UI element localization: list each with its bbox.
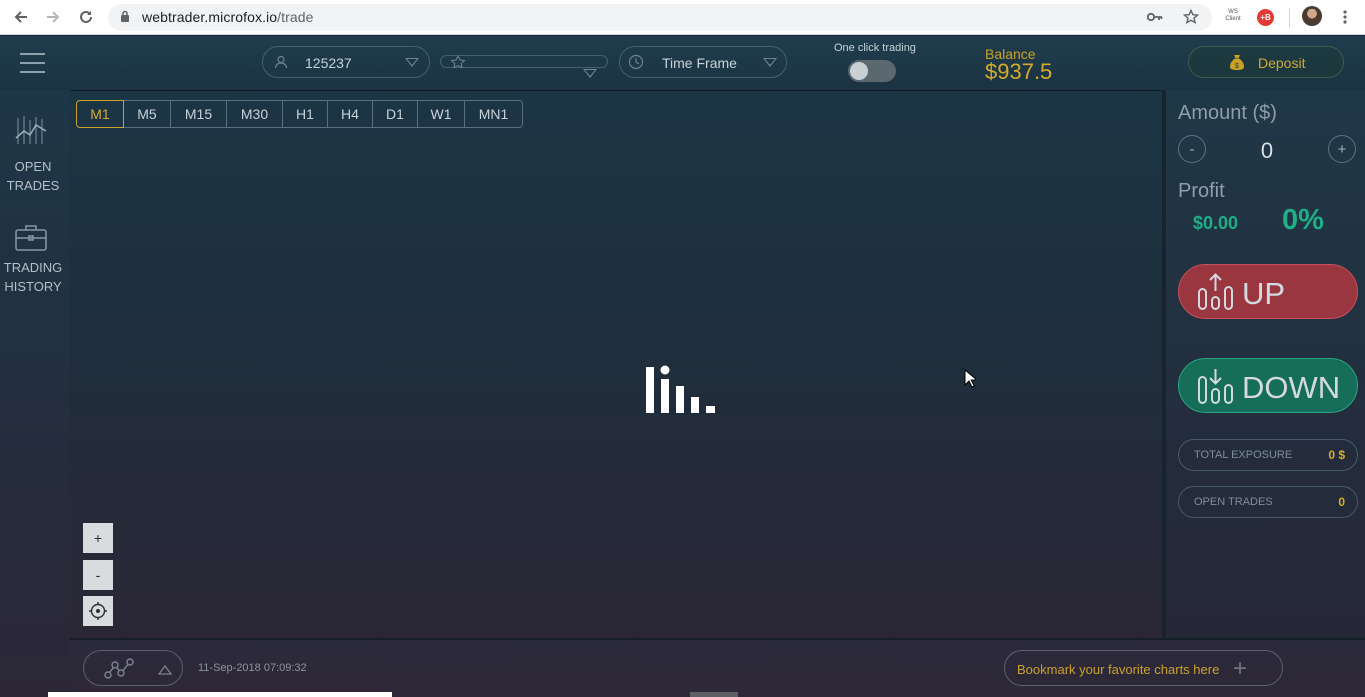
toolbar-divider	[1289, 8, 1290, 27]
kebab-menu-icon[interactable]	[1336, 8, 1354, 26]
recenter-button[interactable]	[83, 596, 113, 626]
down-label: DOWN	[1242, 370, 1341, 405]
favorite-symbol-select[interactable]	[440, 55, 608, 68]
timeframe-mn1[interactable]: MN1	[464, 100, 523, 128]
indicator-nodes-icon	[104, 658, 134, 679]
briefcase-icon	[15, 225, 47, 251]
timeframe-m5[interactable]: M5	[123, 100, 171, 128]
account-select[interactable]: 125237	[262, 46, 430, 78]
hamburger-menu-icon[interactable]	[20, 53, 45, 73]
key-icon[interactable]	[1146, 8, 1164, 26]
indicators-button[interactable]	[83, 650, 183, 686]
add-bookmark-icon[interactable]: +	[1233, 655, 1247, 683]
taskbar-strip	[48, 692, 392, 697]
chevron-down-icon	[763, 58, 777, 67]
chevron-down-icon	[583, 69, 597, 78]
back-icon[interactable]	[8, 5, 34, 29]
bars-up-icon	[1198, 273, 1233, 310]
timeframe-w1[interactable]: W1	[417, 100, 465, 128]
total-exposure-box: TOTAL EXPOSURE 0 $	[1178, 439, 1358, 471]
chevron-up-icon	[158, 665, 172, 675]
time-frame-label: Time Frame	[662, 55, 737, 71]
profit-amount: $0.00	[1193, 213, 1239, 233]
app-header: 125237 Time Frame One click trading Bala…	[0, 36, 1365, 90]
total-exposure-value: 0 $	[1328, 448, 1345, 462]
bookmark-label: Bookmark your favorite charts here	[1017, 662, 1220, 677]
trade-panel: Amount ($) - 0 + Profit $0.00 0% UP DOWN	[1162, 90, 1365, 638]
timeframe-m30[interactable]: M30	[226, 100, 283, 128]
one-click-trading-label: One click trading	[834, 42, 916, 54]
clock-icon	[628, 54, 644, 70]
loading-bars-icon	[646, 365, 715, 413]
forward-icon[interactable]	[40, 5, 66, 29]
plus-b-extension-icon[interactable]: +B	[1257, 9, 1274, 26]
star-icon[interactable]	[1182, 8, 1200, 26]
profile-avatar[interactable]	[1302, 6, 1322, 26]
timeframe-h1[interactable]: H1	[282, 100, 328, 128]
left-sidebar: OPEN TRADES TRADING HISTORY	[0, 90, 70, 697]
open-trades-box[interactable]: OPEN TRADES 0	[1178, 486, 1358, 518]
deposit-label: Deposit	[1258, 55, 1306, 71]
open-trades-nav[interactable]: OPEN TRADES	[0, 90, 66, 200]
chart-lines-icon	[15, 116, 47, 144]
amount-label: Amount ($)	[1178, 102, 1277, 124]
zoom-in-button[interactable]: +	[83, 523, 113, 553]
deposit-button[interactable]: $ Deposit	[1188, 46, 1344, 78]
timeframe-m1[interactable]: M1	[76, 100, 124, 128]
one-click-trading-toggle[interactable]	[848, 60, 896, 82]
balance-value: $937.5	[985, 59, 1053, 84]
chart-area[interactable]: M1 M5 M15 M30 H1 H4 D1 W1 MN1 + -	[70, 90, 1162, 638]
ws-client-extension-icon[interactable]: WS Client	[1224, 9, 1242, 23]
svg-text:$: $	[1235, 63, 1239, 70]
mouse-cursor-icon	[964, 369, 976, 388]
toggle-knob	[850, 62, 868, 80]
open-trades-count-value: 0	[1338, 495, 1345, 509]
up-button[interactable]: UP	[1178, 264, 1358, 319]
user-icon	[274, 55, 288, 69]
taskbar-strip-handle	[690, 692, 738, 697]
lock-icon	[121, 10, 129, 22]
timeframe-m15[interactable]: M15	[170, 100, 227, 128]
amount-decrease-button[interactable]: -	[1178, 135, 1206, 163]
zoom-out-button[interactable]: -	[83, 560, 113, 590]
browser-toolbar: webtrader.microfox.io/trade WS Client +B	[0, 0, 1365, 35]
up-label: UP	[1242, 276, 1286, 311]
bottom-bar: 11-Sep-2018 07:09:32 Bookmark your favor…	[70, 638, 1365, 697]
reload-icon[interactable]	[73, 5, 99, 29]
amount-increase-button[interactable]: +	[1328, 135, 1356, 163]
down-button[interactable]: DOWN	[1178, 358, 1358, 413]
timeframe-d1[interactable]: D1	[372, 100, 418, 128]
star-outline-icon	[450, 55, 466, 68]
bookmark-charts-bar[interactable]: Bookmark your favorite charts here +	[1004, 650, 1283, 686]
timeframe-h4[interactable]: H4	[327, 100, 373, 128]
timeframe-selector: M1 M5 M15 M30 H1 H4 D1 W1 MN1	[76, 100, 523, 128]
bars-down-icon	[1198, 369, 1233, 404]
url-text: webtrader.microfox.io/trade	[142, 9, 314, 25]
profit-label: Profit	[1178, 180, 1225, 202]
trading-app: 125237 Time Frame One click trading Bala…	[0, 36, 1365, 697]
amount-value[interactable]: 0	[1246, 138, 1288, 164]
trading-history-label: TRADING HISTORY	[3, 260, 63, 294]
profit-percent: 0%	[1282, 204, 1324, 236]
time-frame-select[interactable]: Time Frame	[619, 46, 787, 78]
crosshair-icon	[89, 602, 107, 620]
server-timestamp: 11-Sep-2018 07:09:32	[198, 662, 307, 674]
account-id: 125237	[305, 55, 352, 71]
trading-history-nav[interactable]: TRADING HISTORY	[0, 218, 66, 308]
money-bag-icon: $	[1230, 55, 1244, 70]
chevron-down-icon	[405, 58, 419, 67]
total-exposure-label: TOTAL EXPOSURE	[1194, 449, 1293, 461]
open-trades-label: OPEN TRADES	[6, 159, 60, 193]
open-trades-count-label: OPEN TRADES	[1194, 496, 1273, 508]
